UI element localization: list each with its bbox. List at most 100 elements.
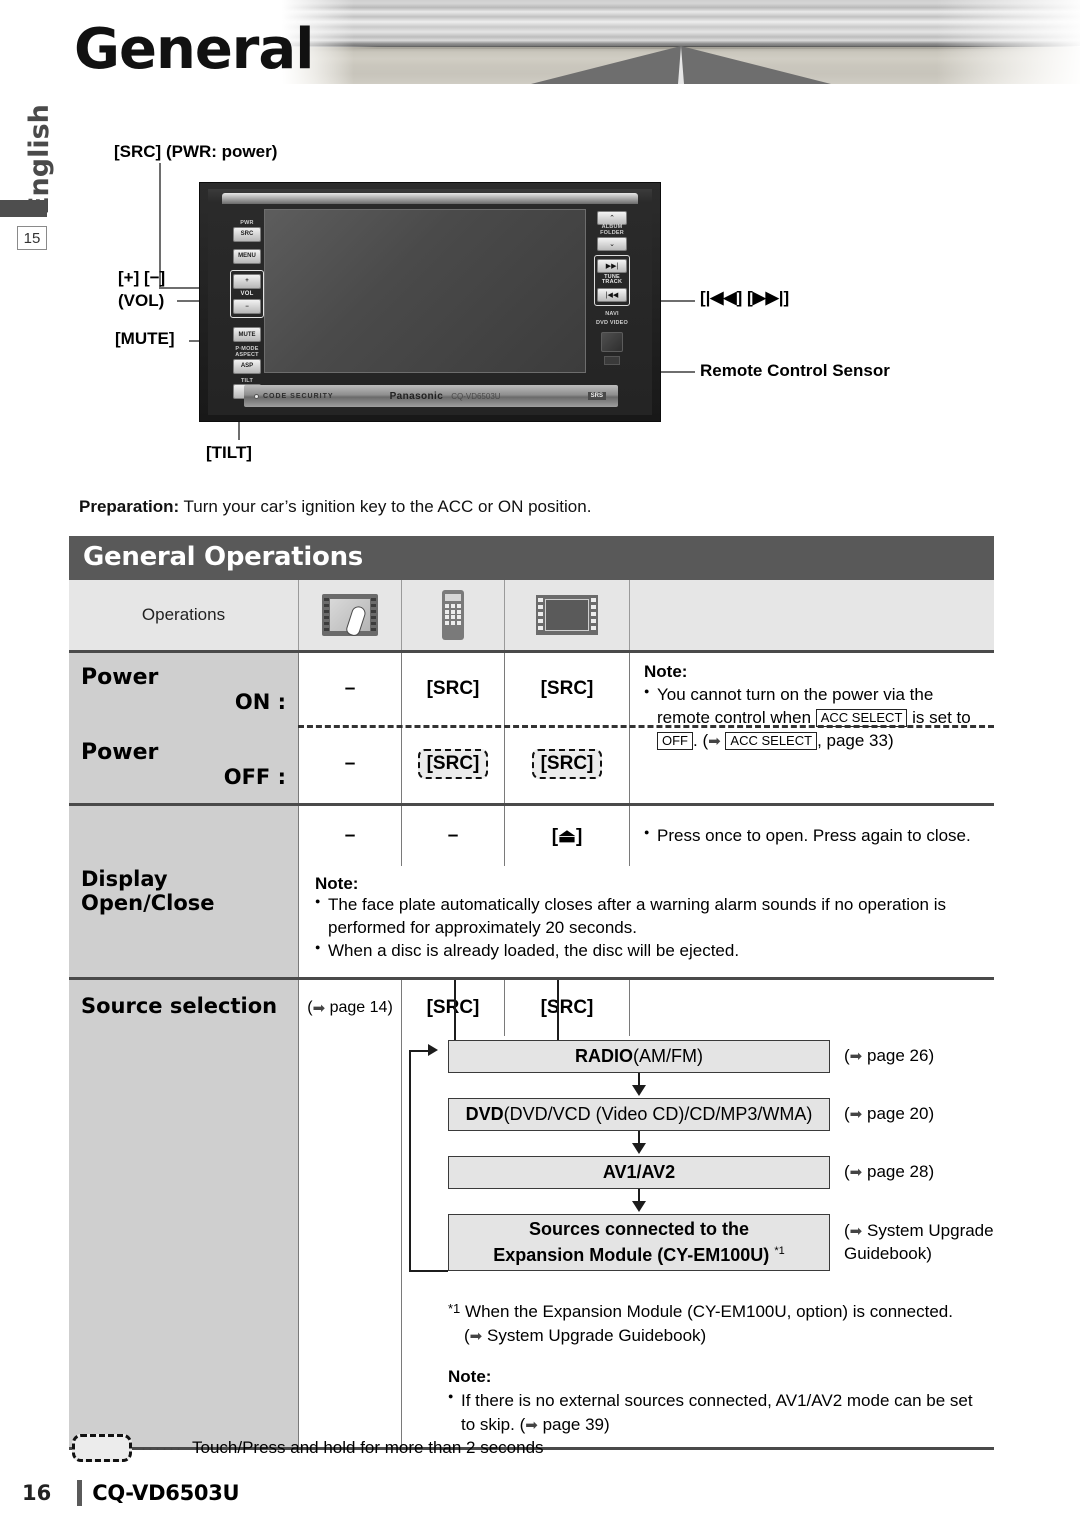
power-note-l1: You cannot turn on the power via the (657, 684, 934, 704)
head-unit-left-keys: PWR SRC MENU + VOL − MUTE P·MODE ASPECT … (230, 207, 264, 400)
source-note-title: Note: (448, 1367, 492, 1387)
power-off-remote[interactable]: [SRC] (417, 749, 489, 779)
display-inline-note-wrap: Press once to open. Press again to close… (629, 806, 994, 866)
flow-box-dvd: DVD (DVD/VCD (Video CD)/CD/MP3/WMA) (448, 1097, 830, 1131)
source-name: Source selection (81, 993, 278, 1018)
flow-dvd-rest: (DVD/VCD (Video CD)/CD/MP3/WMA) (503, 1103, 813, 1124)
display-top-row: – – [⏏] Press once to open. Press again … (298, 806, 994, 866)
key-mute[interactable]: MUTE (233, 327, 261, 343)
footnote-line2: System Upgrade Guidebook) (486, 1325, 707, 1345)
source-flow-diagram: RADIO (AM/FM) (➡ page 26) DVD (DVD/VCD (… (298, 979, 994, 1300)
legend-dots: ······ (141, 1439, 183, 1457)
power-panel-col: [SRC] [SRC] (504, 653, 629, 803)
power-on-panel[interactable]: [SRC] (505, 653, 629, 725)
flow-loop-arrow-icon (428, 1043, 438, 1056)
flow-arrow-icon-2 (632, 1142, 646, 1154)
display-note-cell: Note: The face plate automatically close… (298, 866, 994, 977)
key-volume-down[interactable]: − (233, 299, 261, 315)
key-album-down[interactable]: ⌄ (597, 236, 627, 251)
key-volume-up[interactable]: + (233, 273, 261, 289)
row-label-display: Display Open/Close (69, 806, 298, 977)
key-label-tune-track: TUNE TRACK (601, 273, 623, 286)
key-asp[interactable]: ASP (233, 358, 261, 374)
language-tab: English (16, 104, 62, 215)
notes-column-header (629, 580, 994, 650)
flow-page-exp-a: System Upgrade (866, 1220, 994, 1240)
display-remote: – (401, 806, 504, 866)
key-album-up[interactable]: ⌃ (597, 211, 627, 225)
footnote-line1: When the Expansion Module (CY-EM100U, op… (465, 1301, 953, 1321)
power-on-remote[interactable]: [SRC] (402, 653, 504, 725)
arrow-right-icon-8: ➡ (525, 1417, 538, 1434)
page-footer: 16 CQ-VD6503U (22, 1480, 240, 1506)
source-right-area: (➡ page 14) [SRC] [SRC] RADIO (AM/FM) (➡… (298, 979, 994, 1447)
power-off-panel[interactable]: [SRC] (531, 749, 603, 779)
flow-page-radio: page 26 (866, 1045, 929, 1065)
flow-page-dvd: page 20 (866, 1103, 929, 1123)
source-panel[interactable]: [SRC] (504, 979, 629, 1036)
power-off-state: OFF : (223, 764, 286, 789)
flow-arrow-icon-1 (632, 1084, 646, 1096)
power-off-remote-wrap: [SRC] (402, 725, 504, 803)
flow-connector-panel (557, 979, 559, 1044)
footer-model: CQ-VD6503U (92, 1481, 240, 1505)
flow-exp-bold2: Expansion Module (CY-EM100U) (493, 1245, 770, 1266)
power-note-l3a: . ( (693, 730, 709, 750)
head-unit-top-trim (222, 193, 638, 204)
callout-src-pwr: [SRC] (PWR: power) (114, 142, 278, 161)
front-panel-column-header (504, 580, 629, 650)
preparation-line: Preparation: Turn your car’s ignition ke… (79, 497, 591, 517)
power-on-touch: – (344, 678, 356, 699)
footnote-line2-wrap: (➡ System Upgrade Guidebook) (464, 1325, 707, 1345)
display-right-stack: – – [⏏] Press once to open. Press again … (298, 806, 994, 977)
key-label-pmode-aspect: P·MODE ASPECT (235, 346, 259, 358)
key-label-navi: NAVI (605, 311, 619, 318)
touch-panel-icon (322, 594, 378, 638)
flow-exp-line2: Expansion Module (CY-EM100U) *1 (493, 1242, 784, 1268)
power-note-bullet: You cannot turn on the power via the rem… (644, 684, 984, 753)
remote-control-icon (442, 590, 464, 640)
display-inline-note: Press once to open. Press again to close… (644, 825, 971, 848)
flow-page-exp-b: Guidebook) (844, 1243, 932, 1263)
source-footnote: *1 When the Expansion Module (CY-EM100U,… (298, 1300, 994, 1348)
general-operations-table: General Operations Operations Power ON:… (69, 536, 994, 1450)
flow-page-av: page 28 (866, 1161, 929, 1181)
source-note-l2a: to skip. ( (461, 1415, 526, 1434)
srs-logo: SRS (587, 392, 606, 400)
header-banner-image (282, 0, 1080, 84)
source-rule-1 (298, 979, 299, 1447)
callout-mute: [MUTE] (115, 329, 175, 348)
power-note-l3b: , page 33) (817, 730, 894, 750)
key-src[interactable]: SRC (233, 226, 261, 242)
arrow-right-icon-4: ➡ (849, 1105, 863, 1123)
flow-page-radio-wrap: (➡ page 26) (844, 1045, 935, 1065)
source-touch-page: page 14 (329, 998, 388, 1016)
key-track-back[interactable]: |◀◀ (597, 288, 627, 303)
footer-page-number: 16 (22, 1481, 52, 1505)
source-remote[interactable]: [SRC] (401, 979, 504, 1036)
display-panel[interactable]: [⏏] (504, 806, 629, 866)
legend: ······ Touch/Press and hold for more tha… (72, 1434, 544, 1462)
flow-box-radio: RADIO (AM/FM) (448, 1039, 830, 1073)
key-menu[interactable]: MENU (233, 248, 261, 264)
source-note-l1: If there is no external sources connecte… (461, 1391, 973, 1411)
key-track-forward[interactable]: ▶▶| (597, 258, 627, 273)
footer-rule (77, 1480, 83, 1506)
display-note-title: Note: (315, 874, 359, 893)
callout-track: [|◀◀] [▶▶|] (700, 288, 790, 307)
preparation-text: Turn your car’s ignition key to the ACC … (179, 497, 592, 516)
callout-tilt: [TILT] (206, 443, 252, 462)
unit-model-label: CQ-VD6503U (451, 391, 501, 401)
head-unit-illustration: PWR SRC MENU + VOL − MUTE P·MODE ASPECT … (199, 182, 661, 422)
legend-text: Touch/Press and hold for more than 2 sec… (191, 1438, 544, 1457)
source-note-l2b: page 39) (542, 1415, 610, 1434)
operations-column-header: Operations (141, 605, 226, 624)
flow-box-av: AV1/AV2 (448, 1155, 830, 1189)
display-name: Display Open/Close (81, 867, 215, 916)
key-label-album-folder: ALBUM FOLDER (600, 224, 624, 236)
tune-track-key-group: ▶▶| TUNE TRACK |◀◀ (594, 254, 630, 307)
source-rule-2 (401, 979, 402, 1447)
arrow-right-icon-5: ➡ (849, 1163, 863, 1181)
key-label-pwr: PWR (240, 220, 254, 226)
power-on-state: ON : (234, 689, 286, 714)
